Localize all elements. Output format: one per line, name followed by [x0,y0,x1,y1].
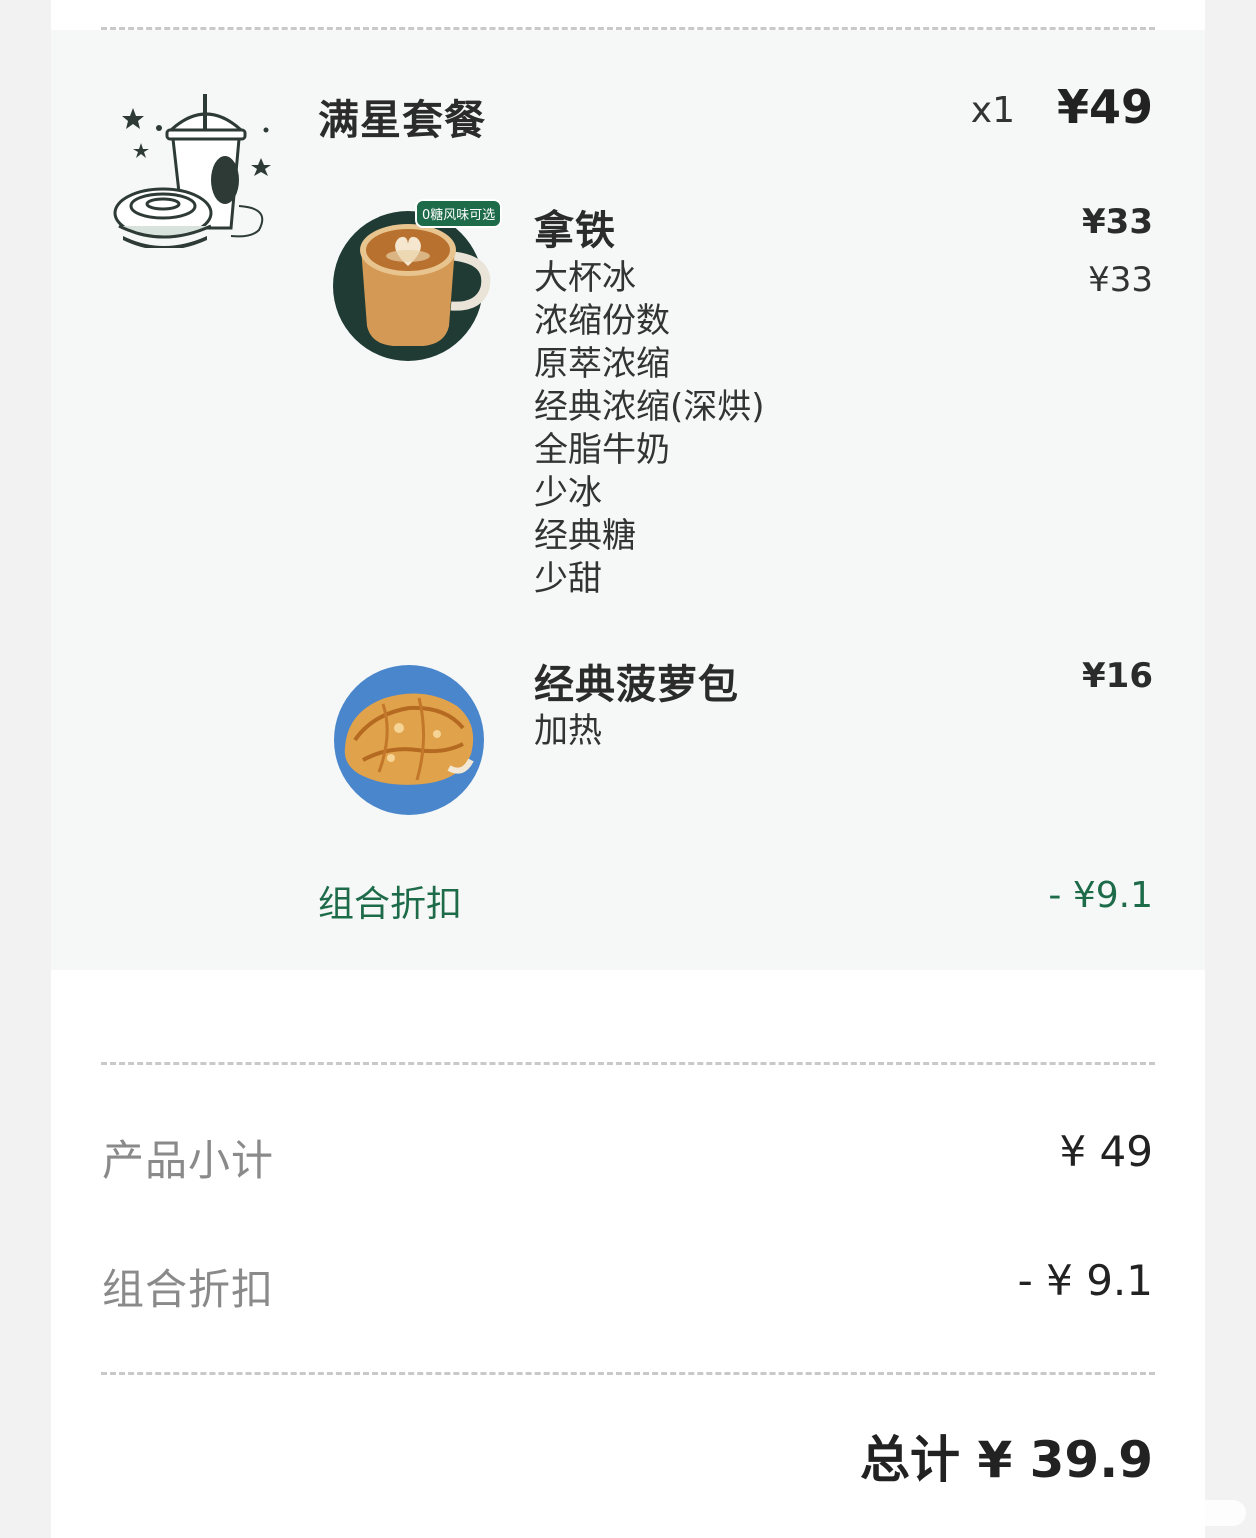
option-line: 经典糖 [534,516,636,556]
meal-combo-icon [111,88,281,252]
subtotal-label: 产品小计 [102,1136,275,1185]
latte-image [333,208,503,370]
latte-option-price: ¥33 [1088,260,1153,300]
order-detail-card: 满星套餐 x1 ¥49 0糖风味可选 拿铁 ¥33 大杯冰 浓缩份数 原萃浓缩 … [51,0,1205,1538]
option-line: 原萃浓缩 [534,344,670,384]
combo-discount-label: 组合折扣 [318,884,463,925]
summary-discount-value: - ¥ 9.1 [1017,1256,1153,1305]
option-line: 经典浓缩(深烘) [534,387,765,427]
subtotal-value: ¥ 49 [1059,1127,1153,1176]
pineapple-bun-image [333,664,485,820]
set-price: ¥49 [1056,80,1153,134]
total-label: 总计 [860,1431,961,1489]
total-value: ¥ 39.9 [977,1431,1153,1489]
pineapple-bun-price: ¥16 [1082,656,1153,696]
combo-discount-value: - ¥9.1 [1048,875,1153,916]
summary-discount-label: 组合折扣 [102,1265,275,1314]
divider-summary [101,1062,1155,1065]
set-quantity: x1 [970,90,1015,131]
order-total: 总计 ¥ 39.9 [860,1420,1153,1492]
option-line: 大杯冰 [534,258,636,298]
option-line: 全脂牛奶 [534,430,670,470]
latte-options: 大杯冰 浓缩份数 原萃浓缩 经典浓缩(深烘) 全脂牛奶 少冰 经典糖 少甜 [534,257,765,601]
combo-section: 满星套餐 x1 ¥49 0糖风味可选 拿铁 ¥33 大杯冰 浓缩份数 原萃浓缩 … [51,30,1205,970]
pineapple-bun-option: 加热 [534,711,602,751]
scroll-handle[interactable] [1166,1500,1246,1526]
set-name: 满星套餐 [318,96,486,144]
option-line: 少冰 [534,473,602,513]
latte-name: 拿铁 [534,208,616,254]
option-line: 浓缩份数 [534,301,670,341]
pineapple-bun-name: 经典菠萝包 [534,662,739,708]
option-line: 少甜 [534,559,602,599]
divider-total [101,1372,1155,1375]
latte-price: ¥33 [1082,202,1153,242]
latte-badge: 0糖风味可选 [415,199,503,228]
